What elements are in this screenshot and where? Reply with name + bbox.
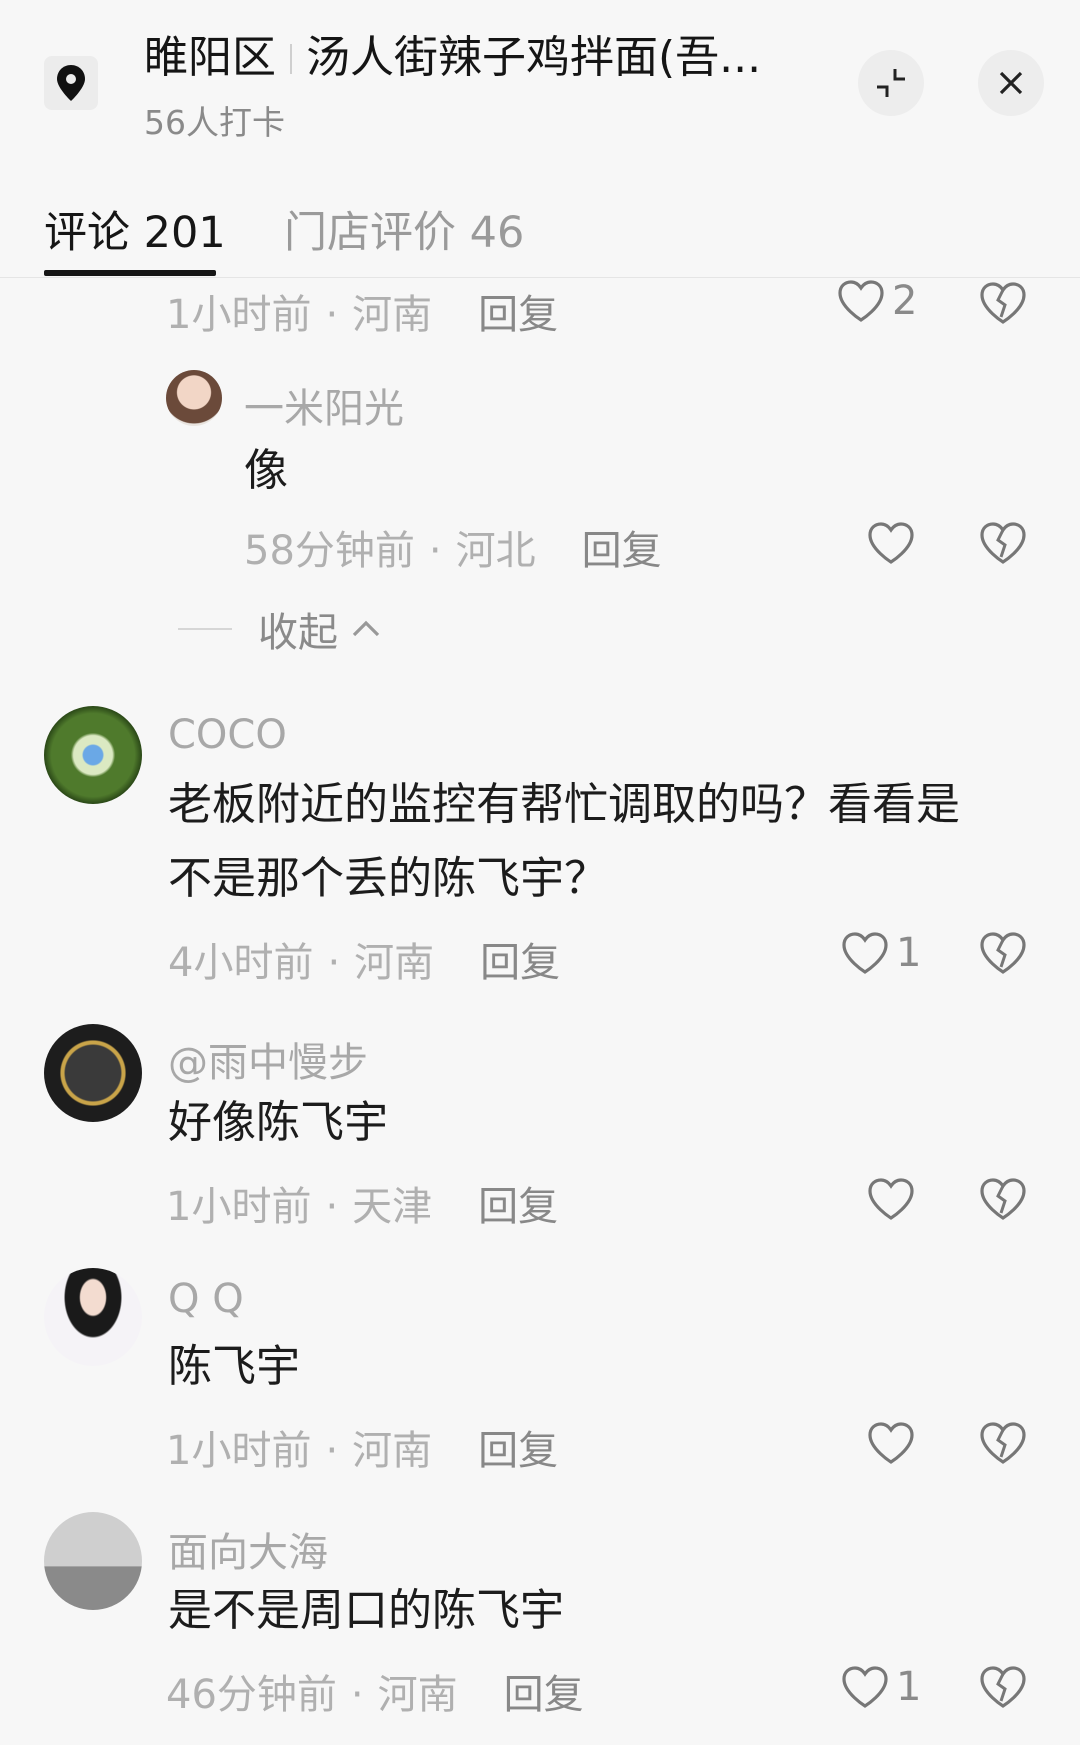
comment-region: 河南 <box>377 1672 458 1718</box>
tab-store-reviews[interactable]: 门店评价 46 <box>284 198 524 260</box>
dislike-button[interactable] <box>978 930 1028 980</box>
comment-text-line: 老板附近的监控有帮忙调取的吗？看看是 <box>168 779 960 830</box>
broken-heart-icon <box>980 932 1026 974</box>
comment-meta: 1小时前 · 河南 回复 <box>166 1418 558 1476</box>
comment-meta: 1小时前 · 河南 回复 <box>166 282 558 340</box>
reply-button[interactable]: 回复 <box>582 528 662 574</box>
comment-meta: 1小时前 · 天津 回复 <box>166 1174 558 1232</box>
dislike-button[interactable] <box>978 280 1028 330</box>
broken-heart-icon <box>980 282 1026 324</box>
broken-heart-icon <box>980 1666 1026 1708</box>
like-button[interactable]: 2 <box>836 278 917 324</box>
comment-time: 1小时前 <box>166 1428 312 1474</box>
heart-icon <box>842 932 888 974</box>
like-count: 1 <box>896 930 922 976</box>
checkin-count: 56人打卡 <box>144 103 285 142</box>
avatar[interactable] <box>44 706 142 804</box>
comment-username[interactable]: 一米阳光 <box>244 376 404 434</box>
comment-region: 河南 <box>354 940 435 986</box>
comment-region: 河南 <box>352 292 433 338</box>
title-divider <box>290 44 292 74</box>
location-district: 睢阳区 <box>144 32 276 83</box>
active-tab-indicator <box>44 270 216 276</box>
like-button[interactable] <box>866 520 916 566</box>
comment-text-line: 不是那个丢的陈飞宇？ <box>168 853 608 904</box>
broken-heart-icon <box>980 1178 1026 1220</box>
comment-region: 河北 <box>455 528 536 574</box>
meta-dot: · <box>327 940 341 986</box>
avatar[interactable] <box>166 370 222 426</box>
minimize-button[interactable] <box>858 50 924 116</box>
comment-text: 老板附近的监控有帮忙调取的吗？看看是 不是那个丢的陈飞宇？ <box>168 768 960 916</box>
avatar[interactable] <box>44 1512 142 1610</box>
location-name: 汤人街辣子鸡拌面(吾... <box>306 32 762 83</box>
meta-dot: · <box>325 1428 339 1474</box>
comment-meta: 4小时前 · 河南 回复 <box>168 930 560 988</box>
collapse-label: 收起 <box>258 610 338 656</box>
broken-heart-icon <box>980 522 1026 564</box>
like-button[interactable]: 1 <box>840 1664 921 1710</box>
meta-dot: · <box>325 292 339 338</box>
dislike-button[interactable] <box>978 520 1028 570</box>
like-button[interactable] <box>866 1176 916 1222</box>
comment-time: 58分钟前 <box>244 528 415 574</box>
chevron-up-icon <box>352 620 380 637</box>
collapse-arrows-icon <box>877 69 905 97</box>
avatar[interactable] <box>44 1024 142 1122</box>
comment-time: 46分钟前 <box>166 1672 337 1718</box>
comment-text: 好像陈飞宇 <box>168 1097 388 1148</box>
broken-heart-icon <box>980 1422 1026 1464</box>
meta-dot: · <box>428 528 442 574</box>
reply-button[interactable]: 回复 <box>480 940 560 986</box>
heart-icon <box>868 522 914 564</box>
comment-region: 天津 <box>352 1184 433 1230</box>
collapse-divider <box>178 628 232 630</box>
heart-icon <box>838 280 884 322</box>
reply-button[interactable]: 回复 <box>478 1184 558 1230</box>
meta-dot: · <box>350 1672 364 1718</box>
reply-button[interactable]: 回复 <box>478 292 558 338</box>
comment-username[interactable]: 面向大海 <box>168 1520 328 1578</box>
like-button[interactable]: 1 <box>840 930 921 976</box>
comment-region: 河南 <box>352 1428 433 1474</box>
tab-comments[interactable]: 评论 201 <box>44 198 226 260</box>
heart-icon <box>868 1422 914 1464</box>
comment-text: 是不是周口的陈飞宇 <box>168 1585 564 1636</box>
tab-bar: 评论 201 门店评价 46 <box>0 180 1080 278</box>
comment-text: 陈飞宇 <box>168 1341 300 1392</box>
avatar[interactable] <box>44 1268 142 1366</box>
dislike-button[interactable] <box>978 1664 1028 1714</box>
location-title[interactable]: 睢阳区 汤人街辣子鸡拌面(吾... <box>144 28 804 88</box>
comment-meta: 46分钟前 · 河南 回复 <box>166 1662 584 1720</box>
comment-time: 4小时前 <box>168 940 314 986</box>
dislike-button[interactable] <box>978 1176 1028 1226</box>
comment-time: 1小时前 <box>166 292 312 338</box>
collapse-replies-button[interactable]: 收起 <box>178 600 384 658</box>
comment-username[interactable]: Q Q <box>168 1276 244 1322</box>
dislike-button[interactable] <box>978 1420 1028 1470</box>
comment-username[interactable]: @雨中慢步 <box>168 1030 368 1088</box>
location-pin-icon <box>44 56 98 110</box>
reply-button[interactable]: 回复 <box>504 1672 584 1718</box>
comment-time: 1小时前 <box>166 1184 312 1230</box>
like-count: 1 <box>896 1664 922 1710</box>
meta-dot: · <box>325 1184 339 1230</box>
heart-icon <box>868 1178 914 1220</box>
like-count: 2 <box>892 278 918 324</box>
close-icon <box>999 71 1023 95</box>
comment-username[interactable]: COCO <box>168 712 287 758</box>
close-button[interactable] <box>978 50 1044 116</box>
like-button[interactable] <box>866 1420 916 1466</box>
location-header: 睢阳区 汤人街辣子鸡拌面(吾... 56人打卡 <box>0 0 1080 145</box>
comment-text: 像 <box>244 445 288 496</box>
reply-button[interactable]: 回复 <box>478 1428 558 1474</box>
comment-meta: 58分钟前 · 河北 回复 <box>244 518 662 576</box>
heart-icon <box>842 1666 888 1708</box>
